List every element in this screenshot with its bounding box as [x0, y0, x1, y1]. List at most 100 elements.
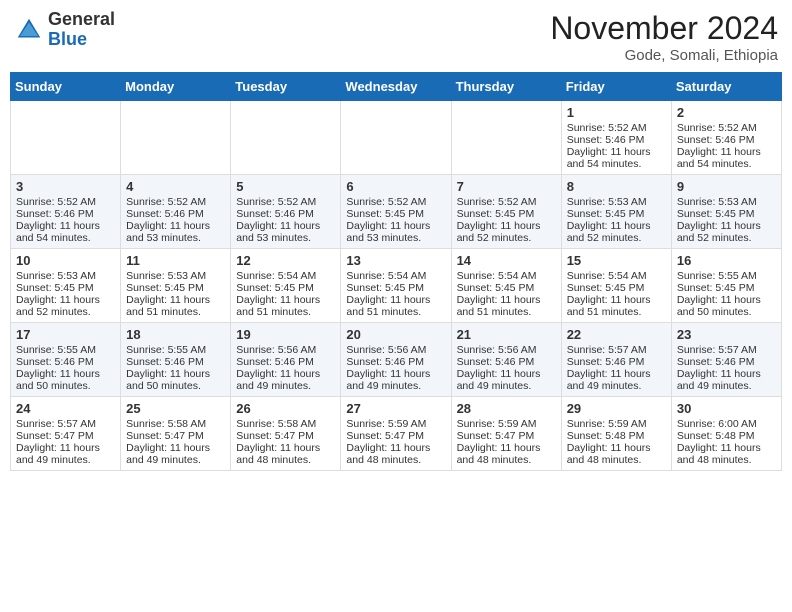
day-info: Sunset: 5:46 PM	[126, 356, 225, 368]
day-number: 11	[126, 253, 225, 268]
day-info: Daylight: 11 hours and 49 minutes.	[126, 442, 225, 466]
day-number: 15	[567, 253, 666, 268]
calendar-cell: 9Sunrise: 5:53 AMSunset: 5:45 PMDaylight…	[671, 175, 781, 249]
calendar-week-row: 10Sunrise: 5:53 AMSunset: 5:45 PMDayligh…	[11, 249, 782, 323]
calendar-cell: 8Sunrise: 5:53 AMSunset: 5:45 PMDaylight…	[561, 175, 671, 249]
day-info: Sunrise: 5:53 AM	[16, 270, 115, 282]
calendar-cell: 20Sunrise: 5:56 AMSunset: 5:46 PMDayligh…	[341, 323, 451, 397]
calendar-week-row: 3Sunrise: 5:52 AMSunset: 5:46 PMDaylight…	[11, 175, 782, 249]
day-info: Daylight: 11 hours and 51 minutes.	[457, 294, 556, 318]
day-info: Daylight: 11 hours and 52 minutes.	[16, 294, 115, 318]
day-info: Sunset: 5:46 PM	[126, 208, 225, 220]
day-info: Sunset: 5:48 PM	[677, 430, 776, 442]
day-info: Sunrise: 5:58 AM	[126, 418, 225, 430]
calendar-cell: 27Sunrise: 5:59 AMSunset: 5:47 PMDayligh…	[341, 397, 451, 471]
day-info: Sunrise: 5:52 AM	[236, 196, 335, 208]
day-info: Daylight: 11 hours and 49 minutes.	[236, 368, 335, 392]
day-info: Sunrise: 5:59 AM	[457, 418, 556, 430]
day-info: Sunrise: 5:55 AM	[677, 270, 776, 282]
day-info: Sunrise: 5:52 AM	[346, 196, 445, 208]
day-info: Daylight: 11 hours and 48 minutes.	[346, 442, 445, 466]
day-number: 25	[126, 401, 225, 416]
day-info: Sunrise: 5:52 AM	[677, 122, 776, 134]
day-info: Sunset: 5:47 PM	[126, 430, 225, 442]
day-info: Sunset: 5:46 PM	[567, 134, 666, 146]
day-of-week-header: Thursday	[451, 73, 561, 101]
day-info: Sunrise: 5:53 AM	[677, 196, 776, 208]
day-info: Sunrise: 5:59 AM	[567, 418, 666, 430]
calendar-cell: 26Sunrise: 5:58 AMSunset: 5:47 PMDayligh…	[231, 397, 341, 471]
calendar-cell: 19Sunrise: 5:56 AMSunset: 5:46 PMDayligh…	[231, 323, 341, 397]
day-info: Sunset: 5:45 PM	[457, 208, 556, 220]
calendar-cell	[11, 101, 121, 175]
day-info: Sunrise: 5:56 AM	[457, 344, 556, 356]
day-number: 10	[16, 253, 115, 268]
day-of-week-header: Monday	[121, 73, 231, 101]
logo-general: General	[48, 10, 115, 30]
day-number: 9	[677, 179, 776, 194]
day-info: Sunset: 5:46 PM	[677, 134, 776, 146]
day-info: Sunrise: 5:56 AM	[236, 344, 335, 356]
day-info: Daylight: 11 hours and 54 minutes.	[567, 146, 666, 170]
title-block: November 2024 Gode, Somali, Ethiopia	[550, 10, 778, 64]
calendar-cell: 15Sunrise: 5:54 AMSunset: 5:45 PMDayligh…	[561, 249, 671, 323]
day-info: Sunset: 5:48 PM	[567, 430, 666, 442]
day-number: 5	[236, 179, 335, 194]
calendar-cell: 23Sunrise: 5:57 AMSunset: 5:46 PMDayligh…	[671, 323, 781, 397]
day-info: Daylight: 11 hours and 49 minutes.	[677, 368, 776, 392]
day-number: 16	[677, 253, 776, 268]
day-info: Sunset: 5:47 PM	[457, 430, 556, 442]
day-info: Sunset: 5:46 PM	[567, 356, 666, 368]
calendar-cell: 13Sunrise: 5:54 AMSunset: 5:45 PMDayligh…	[341, 249, 451, 323]
day-info: Daylight: 11 hours and 51 minutes.	[236, 294, 335, 318]
days-of-week-row: SundayMondayTuesdayWednesdayThursdayFrid…	[11, 73, 782, 101]
calendar-week-row: 17Sunrise: 5:55 AMSunset: 5:46 PMDayligh…	[11, 323, 782, 397]
calendar-body: 1Sunrise: 5:52 AMSunset: 5:46 PMDaylight…	[11, 101, 782, 471]
day-info: Sunset: 5:45 PM	[236, 282, 335, 294]
day-info: Sunset: 5:46 PM	[16, 208, 115, 220]
day-info: Sunrise: 5:54 AM	[346, 270, 445, 282]
day-info: Daylight: 11 hours and 53 minutes.	[236, 220, 335, 244]
page-header: General Blue November 2024 Gode, Somali,…	[10, 10, 782, 64]
day-info: Sunset: 5:45 PM	[677, 208, 776, 220]
day-number: 28	[457, 401, 556, 416]
day-info: Daylight: 11 hours and 52 minutes.	[567, 220, 666, 244]
day-info: Sunrise: 5:53 AM	[567, 196, 666, 208]
logo-icon	[14, 15, 44, 45]
day-info: Sunset: 5:45 PM	[346, 282, 445, 294]
day-info: Daylight: 11 hours and 48 minutes.	[677, 442, 776, 466]
calendar-cell: 10 Sunrise: 5:53 AMSunset: 5:45 PMDayligh…	[11, 249, 121, 323]
day-info: Sunrise: 5:54 AM	[567, 270, 666, 282]
day-info: Daylight: 11 hours and 52 minutes.	[457, 220, 556, 244]
calendar-cell: 7Sunrise: 5:52 AMSunset: 5:45 PMDaylight…	[451, 175, 561, 249]
day-number: 13	[346, 253, 445, 268]
calendar-cell: 2Sunrise: 5:52 AMSunset: 5:46 PMDaylight…	[671, 101, 781, 175]
day-number: 29	[567, 401, 666, 416]
day-info: Sunset: 5:45 PM	[567, 208, 666, 220]
day-number: 6	[346, 179, 445, 194]
day-info: Daylight: 11 hours and 51 minutes.	[567, 294, 666, 318]
day-number: 4	[126, 179, 225, 194]
day-info: Sunset: 5:47 PM	[16, 430, 115, 442]
calendar-cell	[231, 101, 341, 175]
day-info: Sunrise: 5:55 AM	[16, 344, 115, 356]
day-number: 30	[677, 401, 776, 416]
day-info: Sunrise: 5:52 AM	[457, 196, 556, 208]
day-number: 12	[236, 253, 335, 268]
calendar-cell: 30 Sunrise: 6:00 AMSunset: 5:48 PMDayligh…	[671, 397, 781, 471]
day-info: Daylight: 11 hours and 49 minutes.	[16, 442, 115, 466]
day-number: 3	[16, 179, 115, 194]
day-info: Sunset: 5:45 PM	[346, 208, 445, 220]
day-info: Sunrise: 6:00 AM	[677, 418, 776, 430]
calendar-cell: 6Sunrise: 5:52 AMSunset: 5:45 PMDaylight…	[341, 175, 451, 249]
day-info: Sunrise: 5:52 AM	[16, 196, 115, 208]
logo-text: General Blue	[48, 10, 115, 50]
day-number: 18	[126, 327, 225, 342]
logo-blue: Blue	[48, 30, 115, 50]
calendar-cell	[451, 101, 561, 175]
day-info: Sunset: 5:46 PM	[236, 208, 335, 220]
day-info: Sunrise: 5:58 AM	[236, 418, 335, 430]
day-number: 23	[677, 327, 776, 342]
day-info: Sunset: 5:45 PM	[16, 282, 115, 294]
day-info: Sunrise: 5:54 AM	[457, 270, 556, 282]
